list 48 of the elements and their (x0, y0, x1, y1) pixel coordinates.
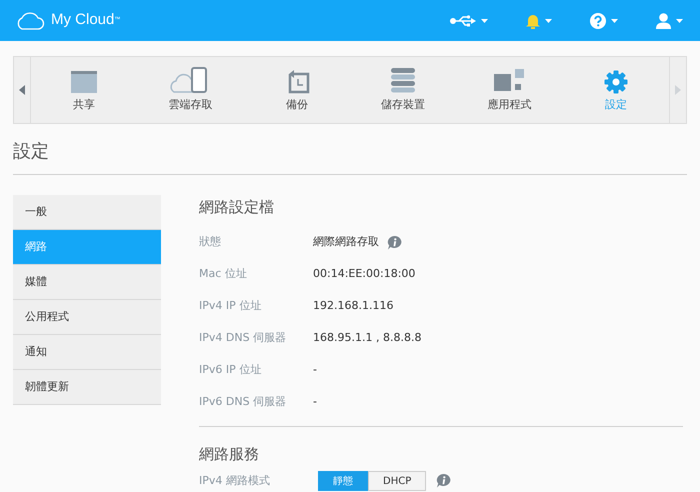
cloud-logo-icon (15, 12, 45, 30)
field-label: IPv6 IP 位址 (199, 362, 262, 378)
help-icon (590, 12, 606, 28)
right-arrow-icon (675, 85, 681, 95)
caret-icon (545, 18, 552, 22)
left-arrow-icon (19, 85, 25, 95)
nav-tab[interactable]: 儲存裝置 (350, 57, 456, 123)
section-title: 網路服務 (199, 444, 260, 464)
field-value: 168.95.1.1 , 8.8.8.8 (313, 330, 422, 346)
sidebar-item[interactable]: 公用程式 (13, 300, 161, 335)
field-label: IPv4 IP 位址 (199, 298, 262, 314)
field-label: Mac 位址 (199, 266, 248, 282)
field-label: 狀態 (199, 234, 222, 250)
field-value: 00:14:EE:00:18:00 (313, 266, 416, 282)
apps-icon (493, 68, 526, 94)
sidebar-item[interactable]: 韌體更新 (13, 370, 161, 405)
folder-icon (70, 70, 98, 94)
logo-text: My Cloud$^{™}$ (51, 10, 120, 30)
section-title: 網路設定檔 (199, 197, 275, 218)
bell-icon (526, 12, 540, 28)
info-icon[interactable] (387, 236, 402, 250)
field-value: 網際網路存取 (313, 234, 379, 250)
field-value: 192.168.1.116 (313, 298, 394, 314)
mode-toggle[interactable]: DHCP (368, 471, 426, 491)
nav-tab[interactable]: 雲端存取 (137, 57, 244, 123)
nav-tab[interactable]: 共享 (31, 57, 138, 123)
info-icon[interactable] (436, 474, 452, 488)
field-label: IPv4 網路模式 (199, 472, 271, 489)
caret-icon (481, 18, 488, 22)
field-label: IPv6 DNS 伺服器 (199, 394, 288, 410)
notification-menu-button[interactable] (526, 12, 552, 28)
database-icon (389, 66, 418, 94)
field-label: IPv4 DNS 伺服器 (199, 330, 288, 346)
user-menu-button[interactable] (656, 12, 683, 28)
sidebar-item[interactable]: 一般 (13, 195, 161, 230)
sidebar-item[interactable]: 通知 (13, 335, 161, 370)
caret-icon (676, 18, 683, 22)
help-menu-button[interactable] (590, 12, 618, 28)
usb-menu-button[interactable] (450, 14, 488, 26)
sidebar-item[interactable]: 媒體 (13, 265, 161, 300)
nav-tab[interactable]: 備份 (244, 57, 350, 123)
user-icon (656, 12, 671, 28)
page-title: 設定 (13, 140, 50, 164)
nav-tab[interactable]: 應用程式 (456, 57, 563, 123)
usb-icon (450, 14, 476, 26)
field-value: - (313, 362, 317, 378)
field-value: - (313, 394, 317, 410)
caret-icon (611, 18, 618, 22)
